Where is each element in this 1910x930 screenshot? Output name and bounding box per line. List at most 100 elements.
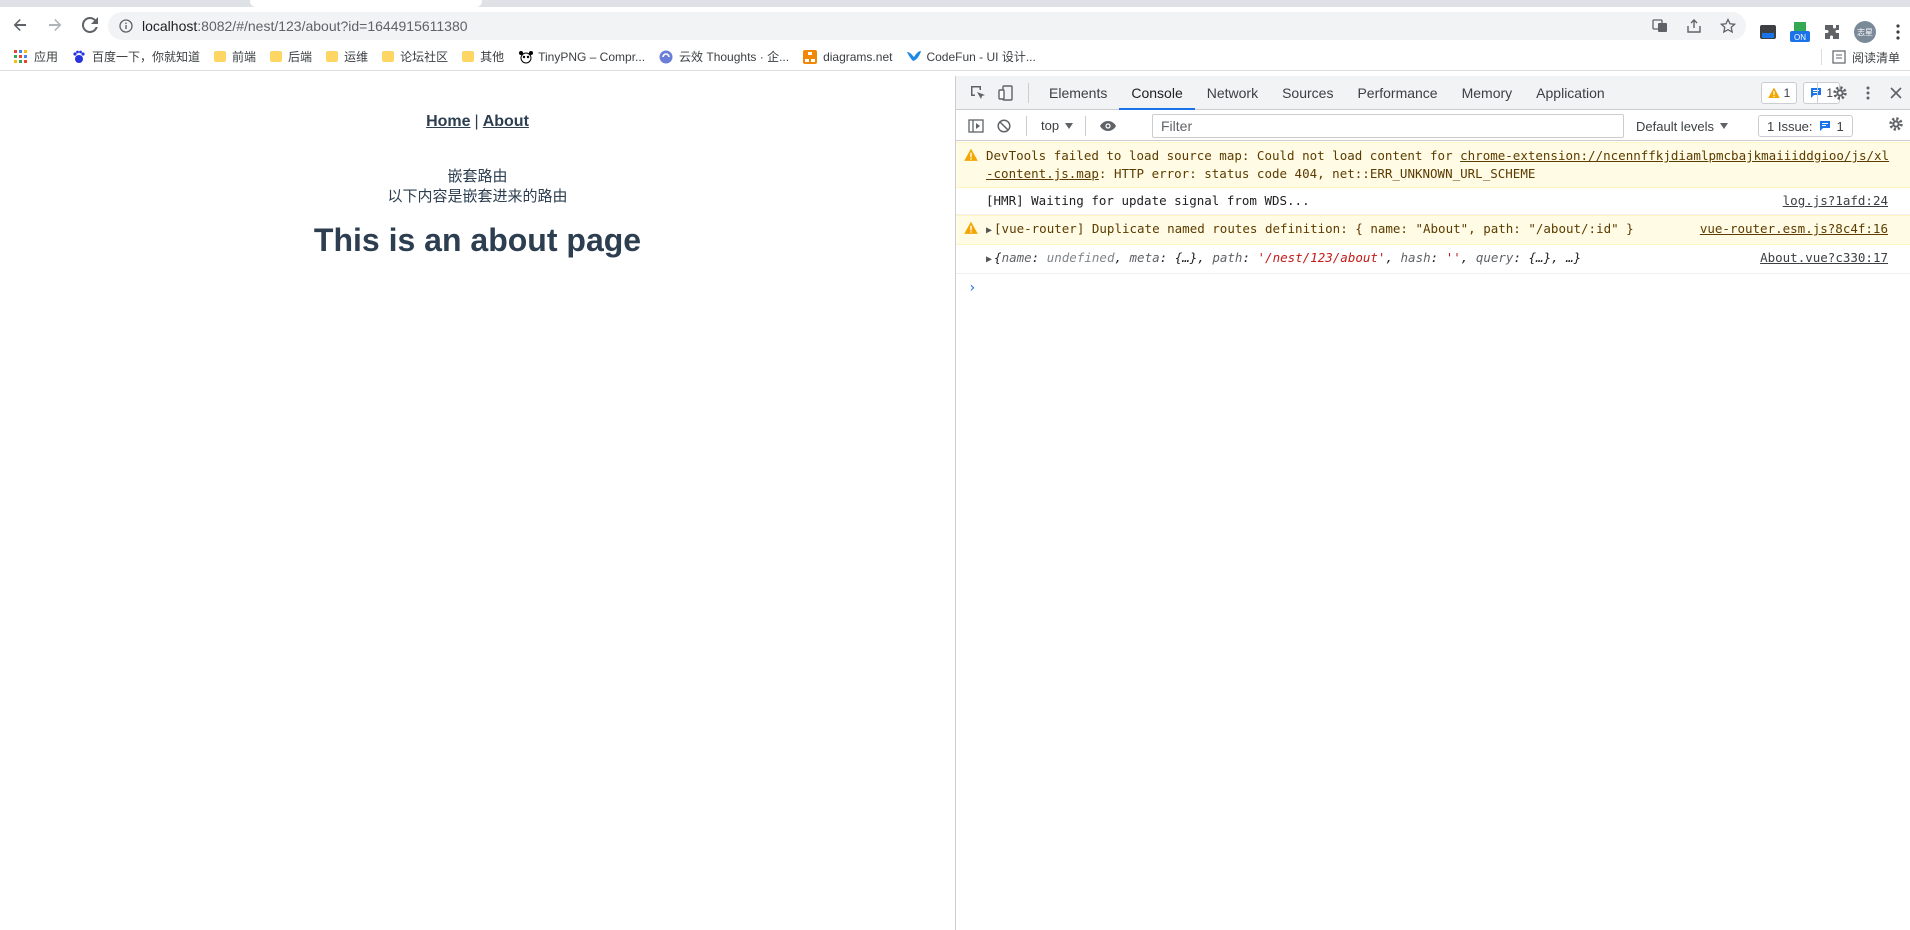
bookmark-folder-backend[interactable]: 后端 xyxy=(270,48,312,65)
tab-strip xyxy=(0,0,1910,7)
reading-list-button[interactable]: 阅读清单 xyxy=(1820,43,1900,71)
more-options-icon[interactable] xyxy=(1854,79,1882,107)
console-message-log[interactable]: [HMR] Waiting for update signal from WDS… xyxy=(956,188,1910,215)
nav-link-about[interactable]: About xyxy=(483,113,529,130)
reload-button[interactable] xyxy=(75,10,105,40)
tab-performance[interactable]: Performance xyxy=(1345,76,1449,110)
folder-icon xyxy=(214,51,227,62)
live-expression-eye-icon[interactable] xyxy=(1094,112,1122,140)
warning-icon xyxy=(964,148,978,161)
devtools-actions xyxy=(1809,76,1910,110)
bookmark-label: TinyPNG – Compr... xyxy=(538,49,646,64)
puzzle-icon[interactable] xyxy=(1822,22,1842,42)
devtools-panel: Elements Console Network Sources Perform… xyxy=(955,76,1910,930)
bookmark-label: CodeFun - UI 设计... xyxy=(926,50,1036,64)
translate-icon[interactable] xyxy=(1650,16,1670,36)
menu-kebab-icon[interactable] xyxy=(1888,22,1908,42)
bookmark-tinypng[interactable]: TinyPNG – Compr... xyxy=(518,50,645,64)
back-button[interactable] xyxy=(5,10,35,40)
router-nav: Home | About xyxy=(0,113,955,131)
tab-elements[interactable]: Elements xyxy=(1037,76,1119,110)
clear-console-icon[interactable] xyxy=(990,112,1018,140)
bookmark-codefun[interactable]: CodeFun - UI 设计... xyxy=(906,48,1036,65)
object-key: path xyxy=(1212,250,1243,265)
close-icon[interactable] xyxy=(1882,79,1910,107)
url-text[interactable]: localhost:8082/#/nest/123/about?id=16449… xyxy=(142,18,468,34)
bookmark-folder-other[interactable]: 其他 xyxy=(462,48,504,65)
extension-on-icon[interactable]: ON xyxy=(1790,22,1810,42)
apps-grid-icon xyxy=(14,49,28,64)
object-value: {…} xyxy=(1174,250,1198,265)
tab-network[interactable]: Network xyxy=(1195,76,1270,110)
bookmark-label: 后端 xyxy=(288,50,313,64)
arrow-left-icon xyxy=(13,19,26,31)
codefun-bird-icon xyxy=(906,50,922,64)
baidu-paw-icon xyxy=(72,50,86,64)
svg-text:ON: ON xyxy=(1794,33,1806,42)
log-levels-label: Default levels xyxy=(1636,118,1715,134)
console-message-warning[interactable]: ▶ [vue-router] Duplicate named routes def… xyxy=(956,215,1910,245)
page-heading: This is an about page xyxy=(313,222,642,258)
object-value: '' xyxy=(1445,250,1461,265)
diagrams-icon xyxy=(803,49,818,64)
bookmark-label: 百度一下，你就知道 xyxy=(92,50,201,64)
tab-application[interactable]: Application xyxy=(1524,76,1617,110)
reload-icon xyxy=(82,17,98,33)
bookmark-apps[interactable]: 应用 xyxy=(14,48,58,65)
bookmark-folder-forums[interactable]: 论坛社区 xyxy=(382,48,448,65)
object-key: name xyxy=(1001,250,1032,265)
expand-triangle-icon[interactable]: ▶ xyxy=(986,222,992,240)
source-link[interactable]: About.vue?c330:17 xyxy=(1760,249,1888,267)
object-key: meta xyxy=(1129,250,1160,265)
folder-icon xyxy=(462,51,475,62)
divider xyxy=(1817,83,1818,103)
warning-counter[interactable]: 1 xyxy=(1760,82,1798,104)
settings-gear-icon[interactable] xyxy=(1826,79,1854,107)
inspect-element-icon[interactable] xyxy=(964,79,992,107)
bookmark-folder-frontend[interactable]: 前端 xyxy=(214,48,256,65)
share-icon[interactable] xyxy=(1684,16,1704,36)
context-select[interactable]: top xyxy=(1041,118,1074,133)
forward-button[interactable] xyxy=(40,10,70,40)
device-toolbar-icon[interactable] xyxy=(992,79,1020,107)
address-bar[interactable]: localhost:8082/#/nest/123/about?id=16449… xyxy=(108,12,1746,40)
console-filter-input[interactable]: Filter xyxy=(1152,114,1624,138)
tab-sources[interactable]: Sources xyxy=(1270,76,1345,110)
nav-link-home[interactable]: Home xyxy=(426,113,470,130)
extension-new-icon[interactable] xyxy=(1758,22,1778,42)
warning-icon xyxy=(1767,87,1780,98)
message-text: DevTools failed to load source map: Coul… xyxy=(986,148,1461,163)
bookmark-label: 云效 Thoughts · 企... xyxy=(679,50,790,64)
sidebar-toggle-icon[interactable] xyxy=(962,112,990,140)
console-toolbar: top Filter Default levels 1 Issue: 1 xyxy=(956,111,1910,141)
object-value: undefined xyxy=(1046,250,1115,265)
source-link[interactable]: log.js?1afd:24 xyxy=(1783,192,1888,210)
tab-console[interactable]: Console xyxy=(1119,76,1195,110)
console-prompt[interactable]: › xyxy=(956,274,1910,302)
issues-count: 1 xyxy=(1836,118,1844,134)
yunxiao-icon xyxy=(659,50,673,64)
console-message-warning[interactable]: DevTools failed to load source map: Coul… xyxy=(956,142,1910,188)
bookmark-yunxiao[interactable]: 云效 Thoughts · 企... xyxy=(659,48,789,65)
console-message-object[interactable]: ▶ {name: undefined, meta: {…}, path: '/ne… xyxy=(956,245,1910,274)
source-link[interactable]: vue-router.esm.js?8c4f:16 xyxy=(1700,220,1888,238)
divider xyxy=(1820,49,1822,65)
chevron-down-icon xyxy=(1065,122,1074,129)
nested-route-title: 嵌套路由 xyxy=(447,167,508,185)
active-tab[interactable] xyxy=(250,0,482,7)
expand-triangle-icon[interactable]: ▶ xyxy=(986,251,992,269)
message-icon xyxy=(1819,121,1830,131)
bookmark-folder-ops[interactable]: 运维 xyxy=(326,48,368,65)
issues-button[interactable]: 1 Issue: 1 xyxy=(1758,115,1853,137)
console-settings-gear-icon[interactable] xyxy=(1888,116,1904,135)
tab-memory[interactable]: Memory xyxy=(1450,76,1525,110)
object-value: {…} xyxy=(1528,250,1552,265)
info-icon[interactable] xyxy=(118,18,134,34)
profile-avatar[interactable]: 志星 xyxy=(1854,21,1876,43)
object-key: hash xyxy=(1400,250,1431,265)
bookmark-baidu[interactable]: 百度一下，你就知道 xyxy=(72,48,200,65)
bookmark-diagrams[interactable]: diagrams.net xyxy=(803,49,892,64)
bookmark-label: 前端 xyxy=(232,50,257,64)
log-levels-dropdown[interactable]: Default levels xyxy=(1636,111,1729,141)
star-icon[interactable] xyxy=(1718,16,1738,36)
